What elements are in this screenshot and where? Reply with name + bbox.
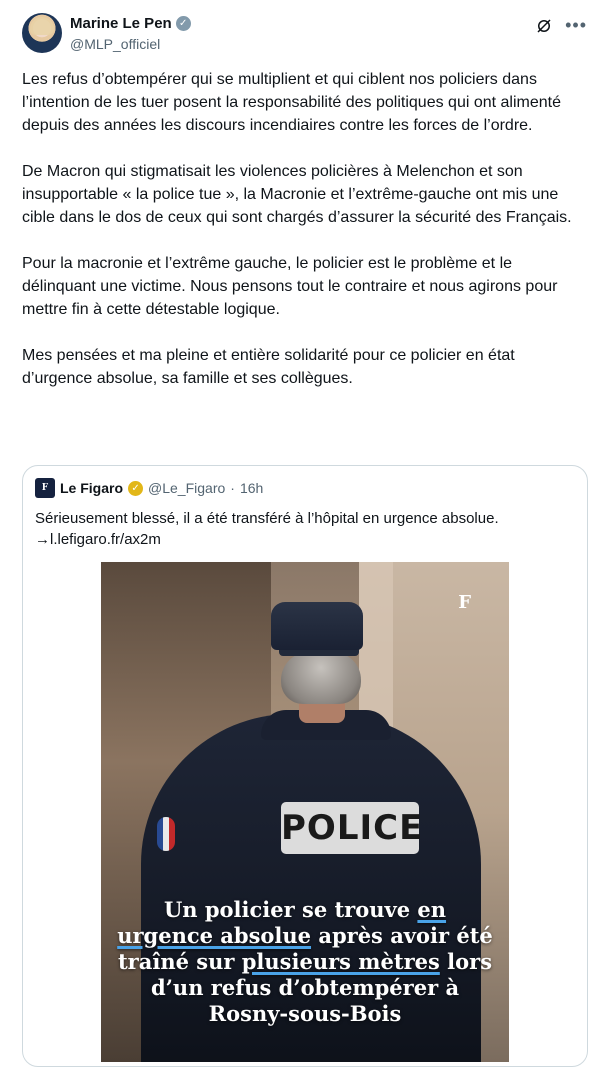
author-name[interactable]: Marine Le Pen xyxy=(70,15,172,32)
quoted-media-image[interactable]: F POLICE Un policier se trouve en urgenc… xyxy=(101,562,509,1062)
verified-badge-icon: ✓ xyxy=(175,16,191,31)
quoted-text-line: Sérieusement blessé, il a été transféré … xyxy=(35,510,499,527)
tweet-text: Les refus d’obtempérer qui se multiplien… xyxy=(22,68,587,413)
quoted-tweet-header: F Le Figaro ✓ @Le_Figaro · 16h xyxy=(35,478,263,498)
tweet-paragraph: Pour la macronie et l’extrême gauche, le… xyxy=(22,255,558,318)
le-figaro-logo-icon: F xyxy=(35,478,55,498)
tweet-paragraph: Les refus d’obtempérer qui se multiplien… xyxy=(22,71,562,134)
author-name-row: Marine Le Pen ✓ xyxy=(70,15,191,32)
tweet-header: Marine Le Pen ✓ @MLP_officiel ••• xyxy=(22,13,587,57)
caption-underlined-text: plusieurs mètres xyxy=(241,949,440,974)
tweet-paragraph: De Macron qui stigmatisait les violences… xyxy=(22,163,572,226)
quoted-timestamp[interactable]: 16h xyxy=(240,480,263,496)
quoted-link[interactable]: →l.lefigaro.fr/ax2m xyxy=(35,529,575,550)
more-icon[interactable]: ••• xyxy=(565,15,587,36)
caption-text: Un policier se trouve xyxy=(163,897,418,922)
image-caption: Un policier se trouve en urgence absolue… xyxy=(101,897,509,1027)
author-handle[interactable]: @MLP_officiel xyxy=(70,36,160,52)
gold-verified-badge-icon: ✓ xyxy=(128,480,144,496)
officer-cap xyxy=(271,602,363,650)
quoted-tweet[interactable]: F Le Figaro ✓ @Le_Figaro · 16h Sérieusem… xyxy=(22,465,588,1067)
officer-hair xyxy=(281,652,361,704)
quoted-author-handle[interactable]: @Le_Figaro xyxy=(148,480,225,496)
grok-icon[interactable] xyxy=(535,17,553,35)
avatar[interactable] xyxy=(22,13,62,53)
police-patch: POLICE xyxy=(281,802,422,854)
tweet-paragraph: Mes pensées et ma pleine et entière soli… xyxy=(22,347,515,387)
quoted-tweet-text: Sérieusement blessé, il a été transféré … xyxy=(35,508,575,550)
separator-dot: · xyxy=(230,480,235,496)
flag-patch-icon xyxy=(157,817,175,851)
quoted-author-name[interactable]: Le Figaro xyxy=(60,480,123,496)
